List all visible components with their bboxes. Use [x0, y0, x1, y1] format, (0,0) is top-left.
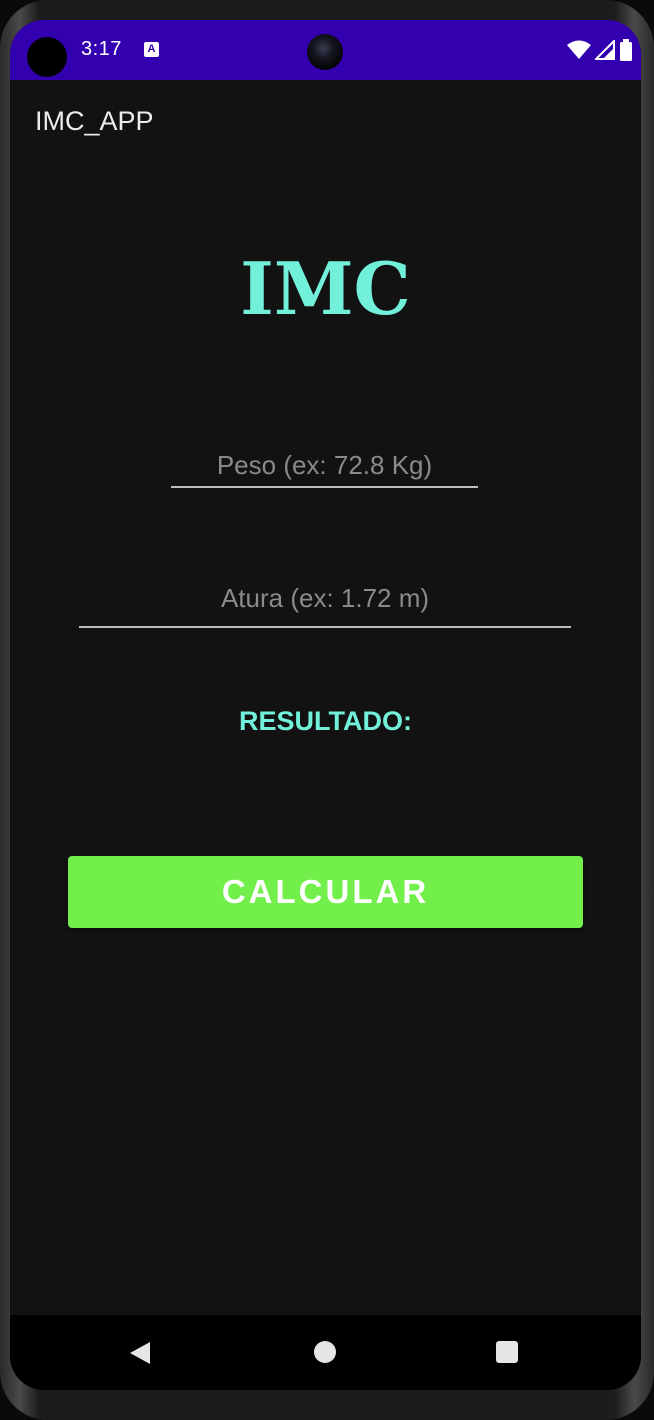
recents-icon[interactable]: [496, 1341, 518, 1363]
phone-screen: 3:17 A IMC_APP IMC RESULTADO:: [10, 20, 641, 1390]
home-icon[interactable]: [314, 1341, 336, 1363]
front-camera-icon: [307, 34, 343, 70]
result-label: RESULTADO:: [239, 706, 412, 736]
device-frame: 3:17 A IMC_APP IMC RESULTADO:: [0, 0, 654, 1420]
back-icon[interactable]: [129, 1341, 151, 1365]
app-title: IMC_APP: [35, 106, 154, 136]
status-icons: [567, 39, 633, 61]
calculate-button[interactable]: CALCULAR: [68, 856, 583, 928]
battery-icon: [620, 39, 632, 61]
a-icon: A: [144, 42, 159, 57]
page-heading: IMC: [240, 246, 411, 331]
signal-icon: [595, 40, 615, 60]
wifi-icon: [567, 40, 591, 59]
altura-input[interactable]: [79, 570, 571, 628]
camera-cutout-icon: [27, 37, 67, 77]
peso-input[interactable]: [171, 444, 478, 488]
status-bar: 3:17 A: [10, 20, 641, 80]
status-time: 3:17: [81, 38, 122, 60]
navigation-bar: [10, 1315, 641, 1390]
